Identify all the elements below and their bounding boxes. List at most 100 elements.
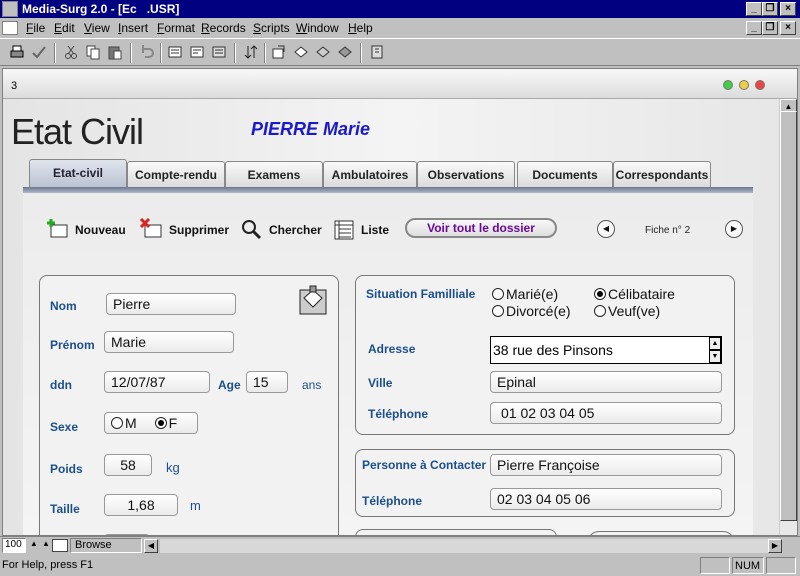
celibataire-radio[interactable] (594, 288, 606, 300)
mode-indicator[interactable]: Browse (70, 538, 142, 553)
app-icon[interactable] (2, 1, 18, 17)
cut-icon[interactable] (62, 43, 80, 61)
minimize-button[interactable]: _ (746, 2, 762, 16)
red-light-icon[interactable] (755, 80, 765, 90)
ville-field[interactable]: Epinal (490, 371, 722, 393)
layout-icon-3[interactable] (210, 43, 228, 61)
yellow-light-icon[interactable] (739, 80, 749, 90)
layout-icon-2[interactable] (188, 43, 206, 61)
divorce-label: Divorcé(e) (506, 303, 571, 319)
scroll-thumb[interactable] (780, 111, 797, 521)
doc-icon[interactable] (2, 21, 18, 35)
sexe-label: Sexe (50, 420, 79, 434)
contact-telephone-field[interactable]: 02 03 04 05 06 (490, 488, 722, 510)
scroll-right-icon[interactable]: ▶ (768, 539, 782, 553)
tab-etat-civil[interactable]: Etat-civil (29, 159, 127, 189)
option-veuf[interactable]: Veuf(ve) (594, 303, 660, 319)
poids-field[interactable]: 58 (104, 454, 152, 476)
vertical-scrollbar[interactable]: ▲ (779, 99, 797, 535)
menu-edit[interactable]: Edit (54, 21, 75, 35)
prenom-field[interactable]: Marie (104, 331, 234, 353)
sexe-m-radio[interactable] (111, 417, 123, 429)
menu-insert[interactable]: Insert (118, 21, 148, 35)
undo-icon[interactable] (138, 43, 156, 61)
title-bar: Media-Surg 2.0 - [Ec .USR] _ ❐ × (0, 0, 800, 18)
menu-format[interactable]: Format (157, 21, 195, 35)
scroll-up-icon[interactable]: ▲ (709, 337, 721, 350)
layout-toggle-icon[interactable] (52, 539, 68, 552)
record-icon-2[interactable] (292, 43, 310, 61)
identity-group: Nom Pierre Prénom Marie ddn 12/07/87 Age… (39, 275, 339, 535)
veuf-radio[interactable] (594, 305, 606, 317)
paste-icon[interactable] (106, 43, 124, 61)
document-id: 3 (11, 80, 18, 92)
nom-label: Nom (50, 299, 77, 313)
next-record-icon[interactable]: ▶ (725, 220, 743, 238)
tab-correspondants[interactable]: Correspondants (613, 161, 711, 189)
zoom-in-icon[interactable]: ▲ (40, 539, 52, 552)
ddn-label: ddn (50, 378, 72, 392)
new-record-icon (47, 219, 68, 238)
ddn-field[interactable]: 12/07/87 (104, 371, 210, 393)
record-icon-1[interactable] (270, 43, 288, 61)
doc-close-button[interactable]: × (780, 21, 796, 35)
option-divorce[interactable]: Divorcé(e) (492, 303, 571, 319)
menu-view[interactable]: View (84, 21, 110, 35)
menu-scripts[interactable]: Scripts (253, 21, 290, 35)
status-pane-1 (700, 557, 730, 574)
tab-ambulatoires[interactable]: Ambulatoires (323, 161, 417, 189)
close-button[interactable]: × (780, 2, 796, 16)
liste-button[interactable]: Liste (334, 220, 389, 240)
menu-records[interactable]: Records (201, 21, 246, 35)
tab-documents[interactable]: Documents (517, 161, 613, 189)
tab-examens[interactable]: Examens (225, 161, 323, 189)
menu-bar: File Edit View Insert Format Records Scr… (0, 18, 800, 38)
zoom-out-icon[interactable]: ▲ (28, 539, 40, 552)
copy-icon[interactable] (84, 43, 102, 61)
chercher-button[interactable]: Chercher (242, 220, 322, 240)
adresse-value: 38 rue des Pinsons (493, 342, 613, 358)
menu-file[interactable]: File (26, 21, 45, 35)
contact-name-field[interactable]: Pierre Françoise (490, 454, 722, 476)
zoom-level[interactable]: 100 (2, 538, 26, 553)
adresse-field[interactable]: 38 rue des Pinsons ▲ ▼ (490, 336, 722, 364)
marie-radio[interactable] (492, 288, 504, 300)
record-icon-3[interactable] (314, 43, 332, 61)
option-marie[interactable]: Marié(e) (492, 286, 558, 302)
nouveau-button[interactable]: Nouveau (47, 219, 126, 238)
telephone-label: Téléphone (368, 407, 429, 421)
doc-restore-button[interactable]: ❐ (762, 21, 778, 35)
voir-dossier-button[interactable]: Voir tout le dossier (405, 218, 557, 238)
id-card-icon[interactable] (298, 284, 330, 316)
taille-field[interactable]: 1,68 (104, 494, 178, 516)
telephone-field[interactable]: 01 02 03 04 05 (490, 402, 722, 424)
age-field[interactable]: 15 (246, 371, 288, 393)
situation-label: Situation Familliale (366, 287, 476, 301)
green-light-icon[interactable] (723, 80, 733, 90)
supprimer-button[interactable]: Supprimer (139, 217, 229, 238)
nom-field[interactable]: Pierre (106, 293, 236, 315)
magnifier-icon (242, 220, 262, 240)
menu-help[interactable]: Help (348, 21, 373, 35)
menu-window[interactable]: Window (296, 21, 339, 35)
option-celibataire[interactable]: Célibataire (594, 286, 675, 302)
scroll-down-icon[interactable]: ▼ (709, 350, 721, 363)
previous-record-icon[interactable]: ◀ (597, 220, 615, 238)
sexe-f-radio[interactable] (154, 417, 167, 429)
print-icon[interactable] (8, 43, 26, 61)
spellcheck-icon[interactable] (30, 43, 48, 61)
taille-unit: m (190, 498, 201, 513)
horizontal-scroll-track[interactable] (160, 539, 768, 553)
document-header: 3 (3, 69, 797, 99)
divorce-radio[interactable] (492, 305, 504, 317)
doc-minimize-button[interactable]: _ (746, 21, 762, 35)
tab-compte-rendu[interactable]: Compte-rendu (127, 161, 225, 189)
help-book-icon[interactable] (368, 43, 386, 61)
tab-observations[interactable]: Observations (417, 161, 515, 189)
restore-button[interactable]: ❐ (762, 2, 778, 16)
layout-icon-1[interactable] (166, 43, 184, 61)
record-icon-4[interactable] (336, 43, 354, 61)
scroll-left-icon[interactable]: ◀ (144, 539, 158, 553)
sort-icon[interactable] (242, 43, 260, 61)
record-number: Fiche n° 2 (645, 225, 691, 236)
